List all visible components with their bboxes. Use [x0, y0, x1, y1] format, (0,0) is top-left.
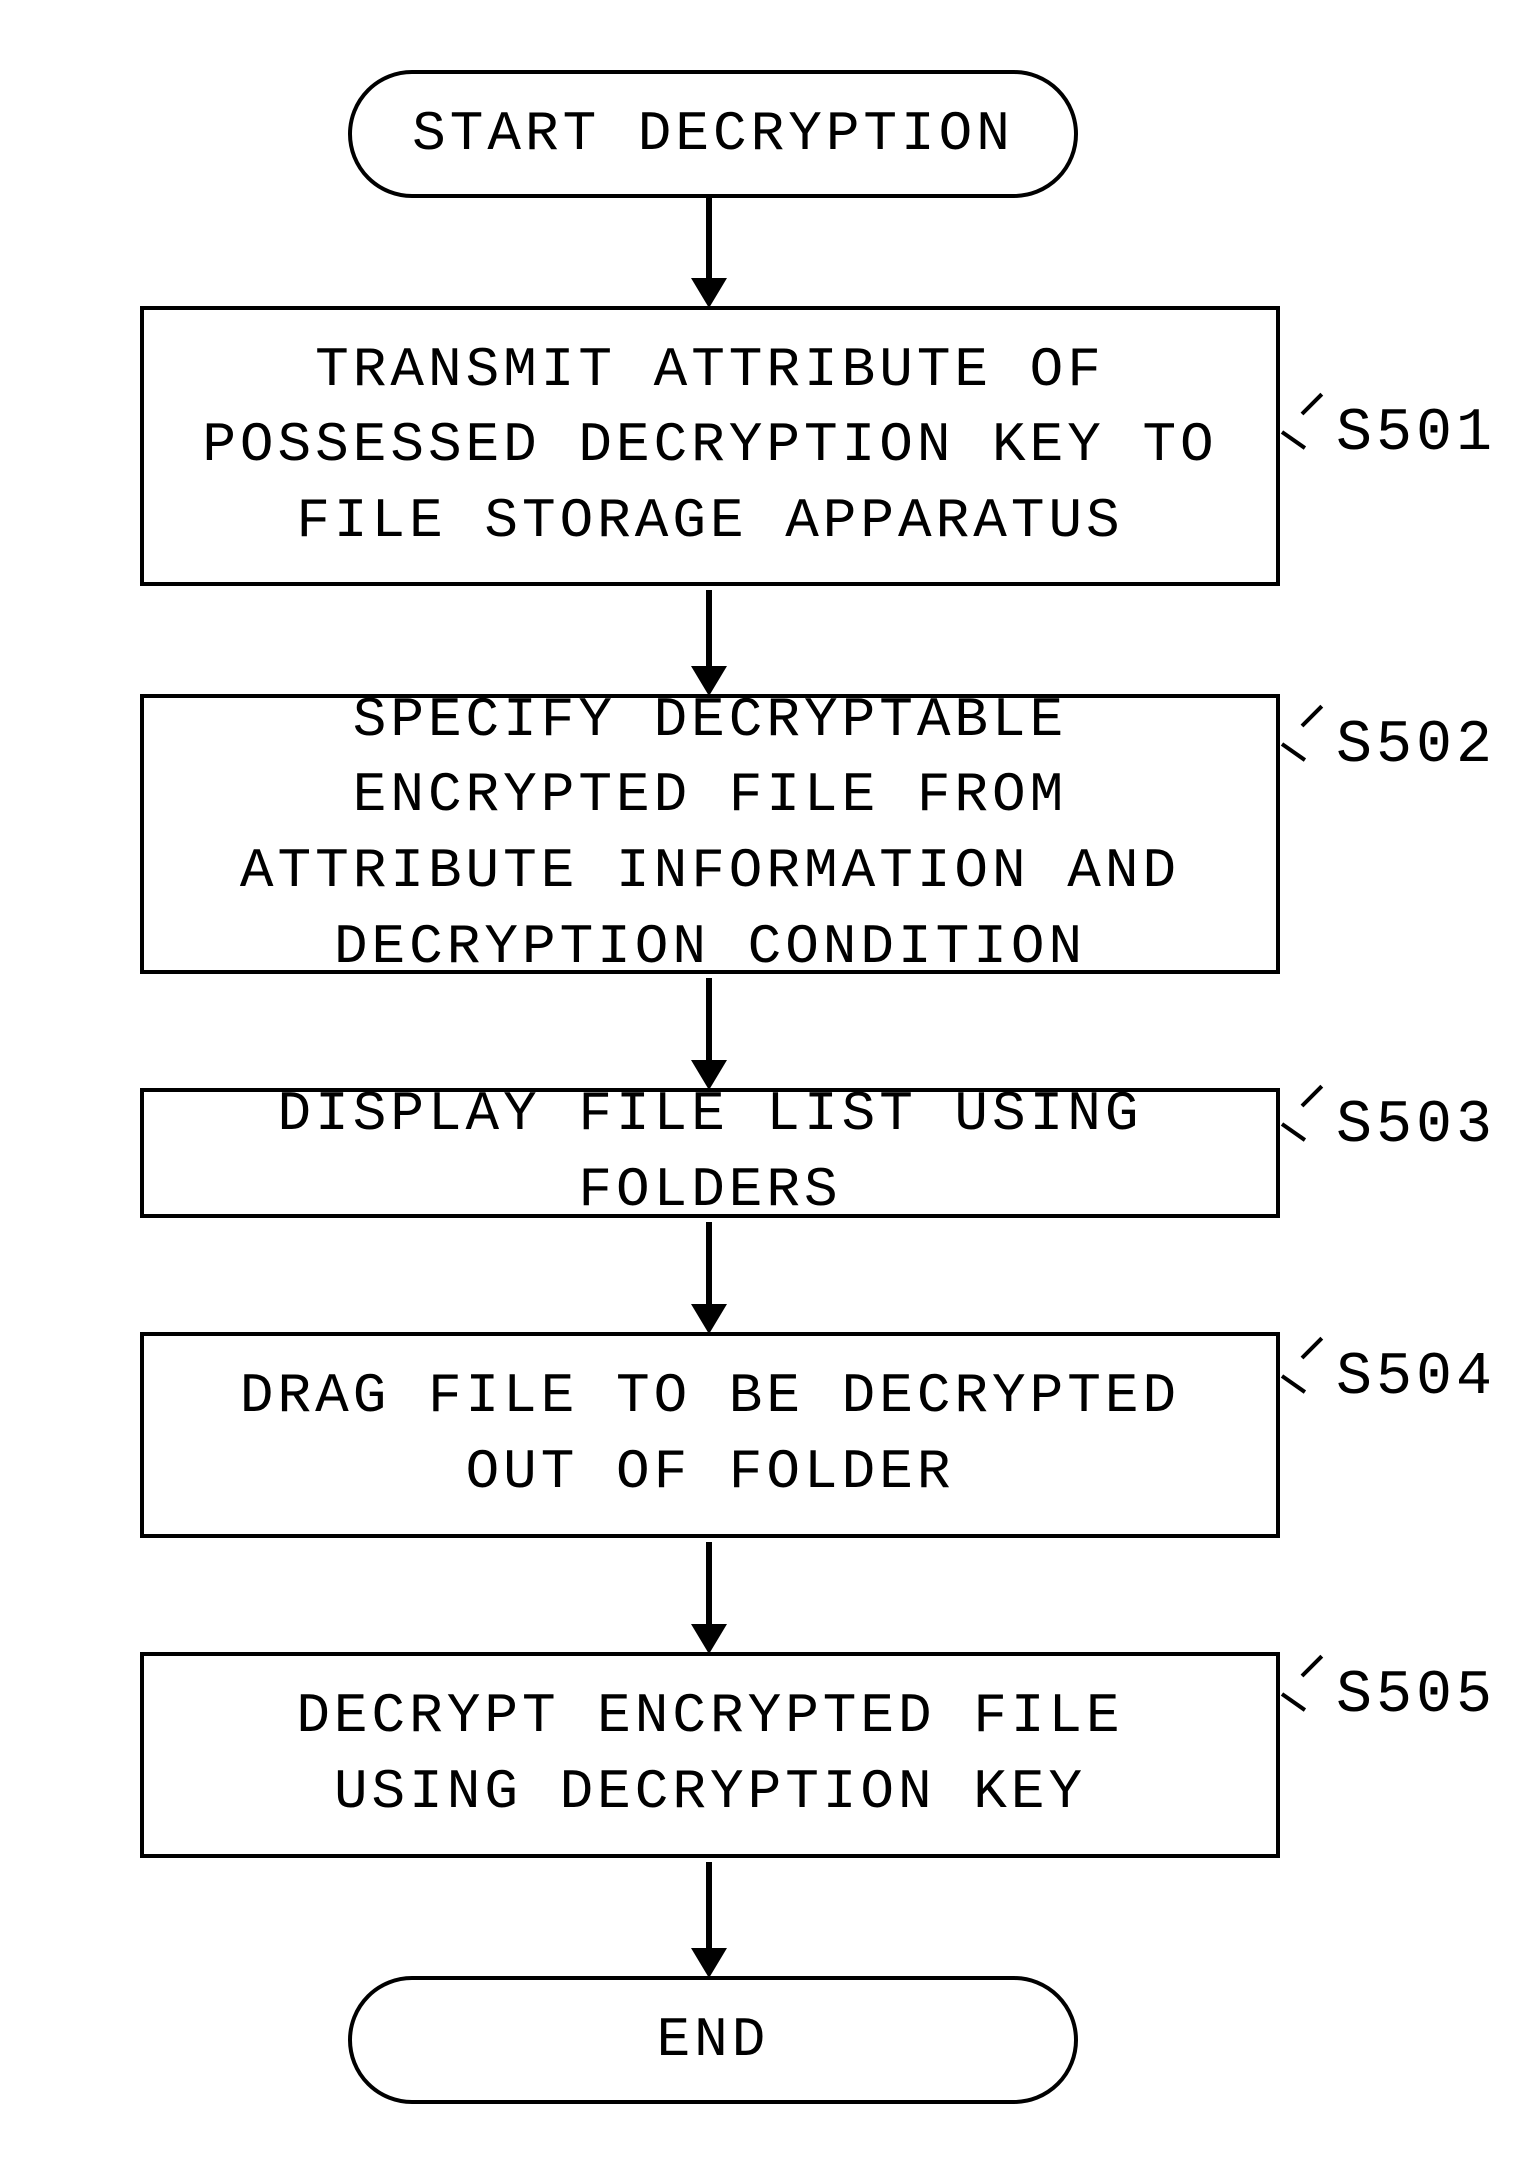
- label-tick: [1282, 720, 1326, 770]
- label-s504: S504: [1336, 1344, 1496, 1412]
- process-s503-text: DISPLAY FILE LIST USING FOLDERS: [184, 1077, 1236, 1228]
- label-tick: [1282, 1100, 1326, 1150]
- process-s501-text: TRANSMIT ATTRIBUTE OF POSSESSED DECRYPTI…: [184, 333, 1236, 560]
- arrow-line: [706, 590, 712, 668]
- arrow-head: [691, 278, 727, 308]
- label-s501: S501: [1336, 400, 1496, 468]
- process-s505: DECRYPT ENCRYPTED FILE USING DECRYPTION …: [140, 1652, 1280, 1858]
- terminal-start-text: START DECRYPTION: [412, 102, 1014, 166]
- terminal-start: START DECRYPTION: [348, 70, 1078, 198]
- label-tick: [1282, 1670, 1326, 1720]
- process-s505-text: DECRYPT ENCRYPTED FILE USING DECRYPTION …: [184, 1679, 1236, 1830]
- process-s504-text: DRAG FILE TO BE DECRYPTED OUT OF FOLDER: [184, 1359, 1236, 1510]
- label-s505: S505: [1336, 1662, 1496, 1730]
- label-s503: S503: [1336, 1092, 1496, 1160]
- arrow-line: [706, 978, 712, 1062]
- label-s502: S502: [1336, 712, 1496, 780]
- arrow-line: [706, 1222, 712, 1306]
- process-s504: DRAG FILE TO BE DECRYPTED OUT OF FOLDER: [140, 1332, 1280, 1538]
- arrow-line: [706, 1862, 712, 1950]
- arrow-line: [706, 194, 712, 280]
- flowchart-canvas: START DECRYPTION TRANSMIT ATTRIBUTE OF P…: [0, 0, 1538, 2178]
- arrow-head: [691, 1304, 727, 1334]
- arrow-head: [691, 1624, 727, 1654]
- process-s501: TRANSMIT ATTRIBUTE OF POSSESSED DECRYPTI…: [140, 306, 1280, 586]
- process-s502-text: SPECIFY DECRYPTABLE ENCRYPTED FILE FROM …: [184, 683, 1236, 985]
- label-tick: [1282, 1352, 1326, 1402]
- arrow-head: [691, 1948, 727, 1978]
- process-s502: SPECIFY DECRYPTABLE ENCRYPTED FILE FROM …: [140, 694, 1280, 974]
- terminal-end: END: [348, 1976, 1078, 2104]
- terminal-end-text: END: [657, 2008, 770, 2072]
- label-tick: [1282, 408, 1326, 458]
- process-s503: DISPLAY FILE LIST USING FOLDERS: [140, 1088, 1280, 1218]
- arrow-line: [706, 1542, 712, 1626]
